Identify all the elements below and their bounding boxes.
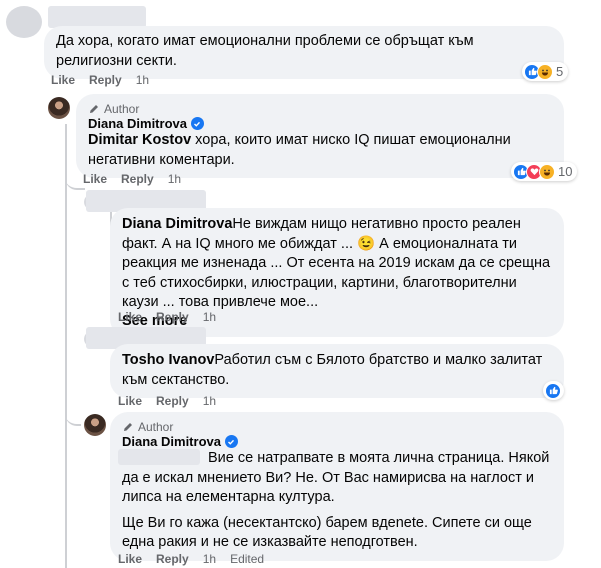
reaction-count: 10 — [558, 164, 573, 179]
verified-badge-icon — [224, 435, 238, 448]
reply-button[interactable]: Reply — [156, 394, 189, 408]
pencil-icon — [90, 104, 98, 113]
like-button[interactable]: Like — [51, 73, 75, 87]
comment-actions: Like Reply 1h — [118, 310, 216, 324]
comment-text: Diana DimitrovaНе виждам нищо негативно … — [122, 215, 552, 313]
comment-bubble: Да хора, когато имат емоционални проблем… — [44, 26, 564, 79]
comment-actions: Like Reply 1h Edited — [118, 552, 264, 566]
comment-actions: Like Reply 1h — [83, 172, 181, 186]
haha-icon — [537, 63, 553, 80]
avatar[interactable] — [6, 6, 42, 38]
like-icon — [545, 382, 561, 399]
author-badge: Author — [122, 419, 552, 434]
commenter-name[interactable]: Diana Dimitrova — [122, 434, 221, 449]
timestamp[interactable]: 1h — [136, 73, 149, 87]
reply-button[interactable]: Reply — [156, 552, 189, 566]
verified-badge-icon — [190, 117, 204, 130]
redacted-name — [48, 6, 146, 28]
comment-actions: Like Reply 1h — [118, 394, 216, 408]
mention-link[interactable]: Dimitar Kostov — [88, 132, 191, 148]
pencil-icon — [124, 422, 132, 431]
mention-link[interactable]: Diana Dimitrova — [122, 216, 232, 232]
timestamp[interactable]: 1h — [168, 172, 181, 186]
avatar[interactable] — [84, 414, 106, 436]
mention-link[interactable]: Tosho Ivanov — [122, 352, 214, 368]
timestamp[interactable]: 1h — [203, 310, 216, 324]
avatar[interactable] — [48, 97, 70, 119]
comment-bubble: Author Diana Dimitrova Вие се натрапвате… — [110, 412, 564, 561]
redacted-mention — [118, 449, 200, 465]
comment-text: Tosho IvanovРаботил съм с Бялото братств… — [122, 351, 552, 390]
reaction-summary[interactable] — [543, 381, 564, 400]
edited-label[interactable]: Edited — [230, 552, 264, 566]
commenter-name[interactable]: Diana Dimitrova — [88, 116, 187, 131]
comment-bubble: Author Diana Dimitrova Dimitar Kostov хо… — [76, 94, 564, 178]
comment-text: Да хора, когато имат емоционални проблем… — [56, 33, 474, 69]
timestamp[interactable]: 1h — [203, 394, 216, 408]
reply-button[interactable]: Reply — [89, 73, 122, 87]
author-label: Author — [104, 101, 140, 116]
like-button[interactable]: Like — [83, 172, 107, 186]
reply-button[interactable]: Reply — [156, 310, 189, 324]
comment-actions: Like Reply 1h — [51, 73, 149, 87]
comment-bubble: Tosho IvanovРаботил съм с Бялото братств… — [110, 344, 564, 398]
reaction-count: 5 — [556, 64, 564, 79]
haha-icon — [539, 163, 555, 180]
reaction-summary[interactable]: 10 — [511, 162, 578, 181]
like-button[interactable]: Like — [118, 552, 142, 566]
comment-text-2: Ще Ви го кажа (несектантско) барем вдene… — [122, 514, 532, 551]
like-button[interactable]: Like — [118, 394, 142, 408]
author-badge: Author — [88, 101, 552, 116]
thread-connector — [65, 410, 81, 426]
reaction-summary[interactable]: 5 — [522, 62, 569, 81]
thread-line — [65, 124, 67, 568]
author-label: Author — [138, 419, 174, 434]
comment-text: Dimitar Kostov хора, които имат ниско IQ… — [88, 131, 552, 170]
timestamp[interactable]: 1h — [203, 552, 216, 566]
reply-button[interactable]: Reply — [121, 172, 154, 186]
like-button[interactable]: Like — [118, 310, 142, 324]
